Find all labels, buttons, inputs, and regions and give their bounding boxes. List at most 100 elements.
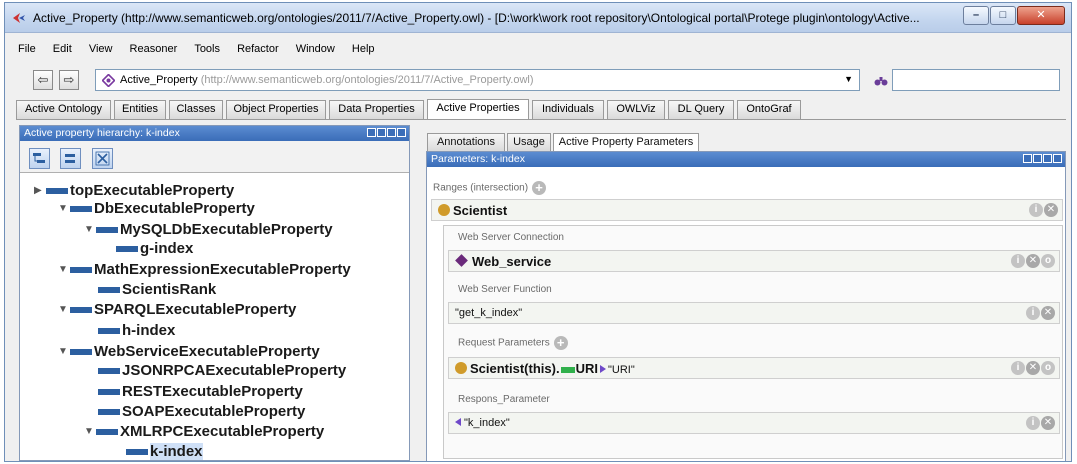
menu-edit[interactable]: Edit	[53, 40, 72, 58]
add-sibling-icon	[65, 154, 75, 163]
tab-usage[interactable]: Usage	[507, 133, 551, 151]
ranges-label-text: Ranges (intersection)	[433, 182, 529, 194]
tab-individuals[interactable]: Individuals	[532, 100, 604, 119]
tree-node[interactable]: JSONRPCAExecutableProperty	[98, 362, 346, 380]
tree-node[interactable]: ▼ DbExecutableProperty	[58, 200, 255, 218]
menu-bar: File Edit View Reasoner Tools Refactor W…	[5, 40, 1071, 58]
menu-help[interactable]: Help	[352, 40, 375, 58]
split-icon[interactable]	[367, 128, 376, 137]
tab-owlviz[interactable]: OWLViz	[607, 100, 665, 119]
respons-parameter-row[interactable]: "k_index" i ✕	[448, 412, 1060, 434]
info-icon[interactable]: i	[1029, 203, 1043, 217]
split-icon[interactable]	[1023, 154, 1032, 163]
close-icon[interactable]	[397, 128, 406, 137]
edit-icon[interactable]: o	[1041, 361, 1055, 375]
protege-app-icon	[13, 13, 25, 23]
tree-node[interactable]: ▼ XMLRPCExecutableProperty	[84, 423, 324, 441]
maximize-icon[interactable]	[1043, 154, 1052, 163]
forward-button[interactable]: ⇨	[59, 70, 79, 90]
info-icon[interactable]: i	[1026, 416, 1040, 430]
web-server-function-label: Web Server Function	[458, 284, 552, 295]
info-icon[interactable]: i	[1011, 254, 1025, 268]
web-server-function-row[interactable]: "get_k_index" i ✕	[448, 302, 1060, 324]
delete-property-button[interactable]	[92, 148, 113, 169]
collapse-toggle[interactable]: ▼	[58, 301, 70, 319]
data-property-icon	[560, 366, 575, 373]
tree-node[interactable]: ScientisRank	[98, 281, 216, 299]
property-icon	[126, 449, 148, 456]
individual-icon	[455, 254, 468, 267]
add-sibling-button[interactable]	[60, 148, 81, 169]
delete-icon[interactable]: ✕	[1026, 361, 1040, 375]
menu-refactor[interactable]: Refactor	[237, 40, 279, 58]
back-button[interactable]: ⇦	[33, 70, 53, 90]
title-bar: Active_Property (http://www.semanticweb.…	[5, 3, 1071, 33]
ontology-icon	[102, 74, 115, 87]
chevron-down-icon[interactable]: ▼	[844, 74, 853, 84]
tab-data-properties[interactable]: Data Properties	[329, 100, 424, 119]
tree-node[interactable]: SOAPExecutableProperty	[98, 403, 305, 421]
request-parameters-label-text: Request Parameters	[458, 337, 550, 349]
ontology-selector[interactable]: Active_Property (http://www.semanticweb.…	[95, 69, 860, 91]
delete-icon[interactable]: ✕	[1026, 254, 1040, 268]
web-server-connection-label: Web Server Connection	[458, 232, 564, 243]
menu-tools[interactable]: Tools	[194, 40, 220, 58]
tab-active-ontology[interactable]: Active Ontology	[16, 100, 111, 119]
minimize-button[interactable]: –	[963, 6, 989, 25]
tab-classes[interactable]: Classes	[169, 100, 223, 119]
menu-view[interactable]: View	[89, 40, 113, 58]
tree-node[interactable]: g-index	[116, 240, 193, 258]
collapse-toggle[interactable]: ▼	[58, 200, 70, 218]
tree-node[interactable]: h-index	[98, 322, 175, 340]
delete-icon[interactable]: ✕	[1044, 203, 1058, 217]
property-icon	[98, 328, 120, 335]
delete-icon[interactable]: ✕	[1041, 416, 1055, 430]
tree-node[interactable]: ▼ WebServiceExecutableProperty	[58, 343, 320, 361]
parameters-frame: Web Server Connection Web_service i ✕ o We…	[443, 225, 1063, 459]
tree-node-selected[interactable]: k-index	[126, 443, 203, 461]
request-param-uri: URI	[575, 361, 598, 376]
close-icon[interactable]	[1053, 154, 1062, 163]
edit-icon[interactable]: o	[1041, 254, 1055, 268]
tree-node[interactable]: RESTExecutableProperty	[98, 383, 303, 401]
collapse-toggle[interactable]: ▼	[58, 261, 70, 279]
add-range-button[interactable]: +	[532, 181, 547, 195]
tab-annotations[interactable]: Annotations	[427, 133, 505, 151]
request-param-prefix: Scientist(this).	[470, 361, 560, 376]
maximize-button[interactable]: □	[990, 6, 1016, 25]
web-server-connection-row[interactable]: Web_service i ✕ o	[448, 250, 1060, 272]
pin-icon[interactable]	[377, 128, 386, 137]
collapse-toggle[interactable]: ▼	[84, 423, 96, 441]
tab-entities[interactable]: Entities	[114, 100, 166, 119]
tree-node[interactable]: ▼ SPARQLExecutableProperty	[58, 301, 296, 319]
menu-reasoner[interactable]: Reasoner	[130, 40, 178, 58]
request-parameter-row[interactable]: Scientist(this). URI "URI" i ✕ o	[448, 357, 1060, 379]
tree-node[interactable]: ▶ topExecutableProperty	[34, 182, 234, 200]
hierarchy-toolbar	[20, 141, 409, 173]
search-input[interactable]	[892, 69, 1060, 91]
tab-ontograf[interactable]: OntoGraf	[737, 100, 801, 119]
maximize-icon[interactable]	[387, 128, 396, 137]
parameters-body: Ranges (intersection) + Scientist i ✕ Web …	[427, 167, 1065, 461]
collapse-toggle[interactable]: ▼	[58, 343, 70, 361]
collapse-toggle[interactable]: ▼	[84, 221, 96, 239]
tab-active-properties[interactable]: Active Properties	[427, 99, 529, 119]
tab-object-properties[interactable]: Object Properties	[226, 100, 326, 119]
delete-icon[interactable]: ✕	[1041, 306, 1055, 320]
add-request-parameter-button[interactable]: +	[553, 336, 568, 350]
expand-toggle[interactable]: ▶	[34, 182, 46, 200]
property-icon	[96, 429, 118, 436]
range-row[interactable]: Scientist i ✕	[431, 199, 1063, 221]
tab-active-property-parameters[interactable]: Active Property Parameters	[553, 133, 699, 151]
tab-dl-query[interactable]: DL Query	[668, 100, 734, 119]
info-icon[interactable]: i	[1011, 361, 1025, 375]
tree-node[interactable]: ▼ MySQLDbExecutableProperty	[84, 221, 333, 239]
tree-node[interactable]: ▼ MathExpressionExecutableProperty	[58, 261, 351, 279]
menu-file[interactable]: File	[18, 40, 36, 58]
property-icon	[70, 267, 92, 274]
pin-icon[interactable]	[1033, 154, 1042, 163]
close-button[interactable]: ✕	[1017, 6, 1065, 25]
menu-window[interactable]: Window	[296, 40, 335, 58]
add-subproperty-button[interactable]	[29, 148, 50, 169]
info-icon[interactable]: i	[1026, 306, 1040, 320]
